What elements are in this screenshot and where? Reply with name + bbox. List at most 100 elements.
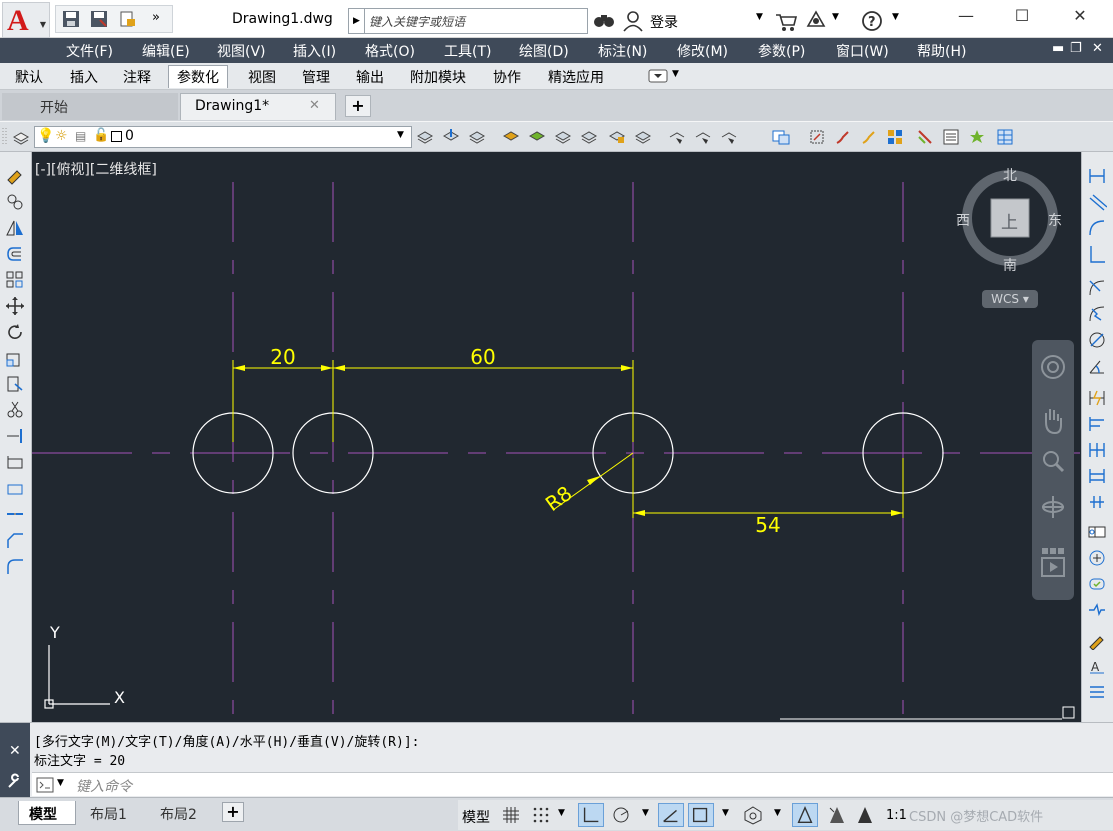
binoculars-icon[interactable] <box>592 8 616 34</box>
ordinate-dimension-icon[interactable] <box>1087 244 1107 264</box>
tab-featured-apps[interactable]: 精选应用 <box>548 67 604 87</box>
extend-icon[interactable] <box>5 426 25 446</box>
polar-tracking-icon[interactable] <box>612 806 632 824</box>
move-icon[interactable] <box>5 296 25 316</box>
toolbar-grip[interactable] <box>2 126 7 148</box>
layer-unisolate-icon[interactable] <box>528 128 546 146</box>
showmotion-icon[interactable] <box>1040 546 1066 580</box>
jogged-linear-icon[interactable] <box>1087 600 1107 620</box>
lightbulb-icon[interactable]: 💡 <box>37 128 54 144</box>
menu-help[interactable]: 帮助(H) <box>917 41 966 61</box>
doc-restore-icon[interactable]: ❐ <box>1070 41 1082 56</box>
zoom-extents-icon[interactable] <box>1040 448 1066 474</box>
aligned-dimension-icon[interactable] <box>1087 192 1107 212</box>
command-input[interactable]: ▼ 键入命令 <box>32 772 1113 796</box>
diameter-dimension-icon[interactable] <box>1087 330 1107 350</box>
annotation-scale-icon[interactable] <box>854 805 876 825</box>
layer-freeze-icon[interactable] <box>554 128 572 146</box>
quick-dimension-icon[interactable] <box>1087 388 1107 408</box>
connect-icon[interactable] <box>804 8 828 34</box>
application-menu-button[interactable]: A ▼ <box>2 2 50 38</box>
drawing-area[interactable]: [-][俯视][二维线框] 20 60 54 R8 Y X 北 南 东 西 上 … <box>32 152 1081 722</box>
steering-wheel-icon[interactable] <box>1040 354 1066 380</box>
drawing-svg[interactable]: 20 60 54 R8 Y X <box>32 152 1081 722</box>
array-icon[interactable] <box>5 270 25 290</box>
dimension-text-54[interactable]: 54 <box>755 513 780 537</box>
model-space-button[interactable]: 模型 <box>462 807 490 827</box>
new-tab-button[interactable]: + <box>345 95 371 117</box>
menu-window[interactable]: 窗口(W) <box>836 41 889 61</box>
help-dropdown-icon[interactable]: ▼ <box>892 12 899 38</box>
add-layout-button[interactable]: + <box>222 802 244 822</box>
dimension-break-icon[interactable] <box>1087 492 1107 512</box>
compass-east[interactable]: 东 <box>1048 210 1062 230</box>
close-icon[interactable]: ✕ <box>9 743 21 759</box>
ortho-icon[interactable] <box>578 803 604 827</box>
tab-parametric[interactable]: 参数化 <box>168 65 228 88</box>
search-expand-icon[interactable]: ▶ <box>349 9 365 33</box>
tab-insert[interactable]: 插入 <box>70 67 98 87</box>
close-tab-icon[interactable]: ✕ <box>309 98 320 113</box>
dimension-text-r8[interactable]: R8 <box>541 481 577 516</box>
layer-properties-icon[interactable] <box>12 128 30 146</box>
layer-lock-icon[interactable] <box>608 128 626 146</box>
isodraft-icon[interactable] <box>658 803 684 827</box>
annotation-visibility-icon[interactable] <box>792 803 818 827</box>
continue-dimension-icon[interactable] <box>1087 440 1107 460</box>
layout-tab-layout2[interactable]: 布局2 <box>150 801 212 825</box>
menu-view[interactable]: 视图(V) <box>217 41 266 61</box>
linear-dimension-icon[interactable] <box>1087 166 1107 186</box>
break-icon[interactable] <box>5 452 25 472</box>
pan-icon[interactable] <box>1040 406 1066 436</box>
compass-north[interactable]: 北 <box>1003 165 1017 185</box>
minimize-button[interactable]: — <box>946 6 986 32</box>
fillet-icon[interactable] <box>5 556 25 576</box>
snap-icon[interactable] <box>532 806 550 824</box>
menu-parametric[interactable]: 参数(P) <box>758 41 805 61</box>
inspection-icon[interactable] <box>1087 574 1107 594</box>
scale-value[interactable]: 1:1 <box>886 808 907 823</box>
close-button[interactable]: ✕ <box>1060 6 1100 32</box>
object-snap-tracking-icon[interactable] <box>688 803 714 827</box>
make-current-icon[interactable] <box>416 128 434 146</box>
dimension-edit-icon[interactable] <box>1087 630 1107 650</box>
menu-draw[interactable]: 绘图(D) <box>519 41 569 61</box>
layer-walk-icon[interactable] <box>668 128 686 146</box>
quick-select-icon[interactable] <box>968 128 986 146</box>
viewport-icon[interactable] <box>772 128 790 146</box>
connect-dropdown-icon[interactable]: ▼ <box>832 12 839 38</box>
dimension-update-icon[interactable] <box>1087 682 1107 702</box>
plot-icon[interactable] <box>118 10 136 28</box>
layout-tab-model[interactable]: 模型 <box>18 801 76 825</box>
osnap-dropdown-icon[interactable]: ▼ <box>722 808 729 818</box>
tab-manage[interactable]: 管理 <box>302 67 330 87</box>
tab-collaborate[interactable]: 协作 <box>493 67 521 87</box>
layer-delete-icon[interactable] <box>720 128 738 146</box>
orbit-icon[interactable] <box>1040 494 1066 520</box>
grid-icon[interactable] <box>502 806 520 824</box>
compass-south[interactable]: 南 <box>1003 255 1017 275</box>
join-icon[interactable] <box>5 504 25 524</box>
layer-isolate-icon[interactable] <box>502 128 520 146</box>
sun-icon[interactable]: ☼ <box>55 128 68 144</box>
stretch-icon[interactable] <box>5 374 25 394</box>
match-properties-icon[interactable] <box>860 128 878 146</box>
3d-osnap-dropdown-icon[interactable]: ▼ <box>774 808 781 818</box>
dimension-text-60[interactable]: 60 <box>470 345 495 369</box>
tab-drawing1[interactable]: Drawing1* ✕ <box>180 93 336 120</box>
command-dropdown-icon[interactable]: ▼ <box>57 778 64 788</box>
list-icon[interactable] <box>942 128 960 146</box>
offset-icon[interactable] <box>5 244 25 264</box>
search-input[interactable]: 键入关键字或短语 <box>369 13 465 30</box>
resize-grip[interactable] <box>1062 706 1075 719</box>
menu-insert[interactable]: 插入(I) <box>293 41 336 61</box>
viewport-freeze-icon[interactable]: ▤ <box>75 129 86 143</box>
snap-dropdown-icon[interactable]: ▼ <box>558 808 565 818</box>
menu-edit[interactable]: 编辑(E) <box>142 41 190 61</box>
dimension-space-icon[interactable] <box>1087 466 1107 486</box>
copy-objects-icon[interactable] <box>808 128 826 146</box>
menu-dimension[interactable]: 标注(N) <box>598 41 647 61</box>
dimension-text-20[interactable]: 20 <box>270 345 295 369</box>
unlock-icon[interactable]: 🔓 <box>93 128 109 143</box>
maximize-button[interactable]: ☐ <box>1002 6 1042 32</box>
